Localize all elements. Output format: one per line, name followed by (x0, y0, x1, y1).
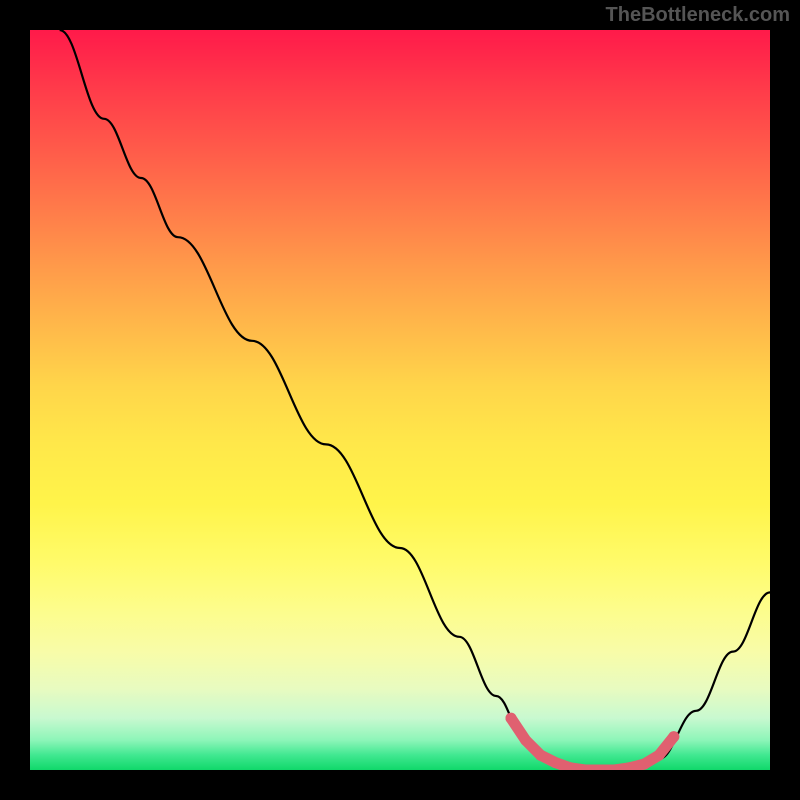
highlight-stroke (511, 718, 674, 770)
highlight-dot (654, 750, 665, 761)
bottleneck-curve-path (60, 30, 770, 770)
highlight-dot (668, 731, 679, 742)
plot-area (30, 30, 770, 770)
highlight-dot (550, 757, 561, 768)
highlight-dot (506, 713, 517, 724)
watermark-text: TheBottleneck.com (606, 4, 790, 27)
highlight-dot (639, 759, 650, 770)
highlight-dot (535, 750, 546, 761)
highlight-dot (520, 735, 531, 746)
chart-svg (30, 30, 770, 770)
